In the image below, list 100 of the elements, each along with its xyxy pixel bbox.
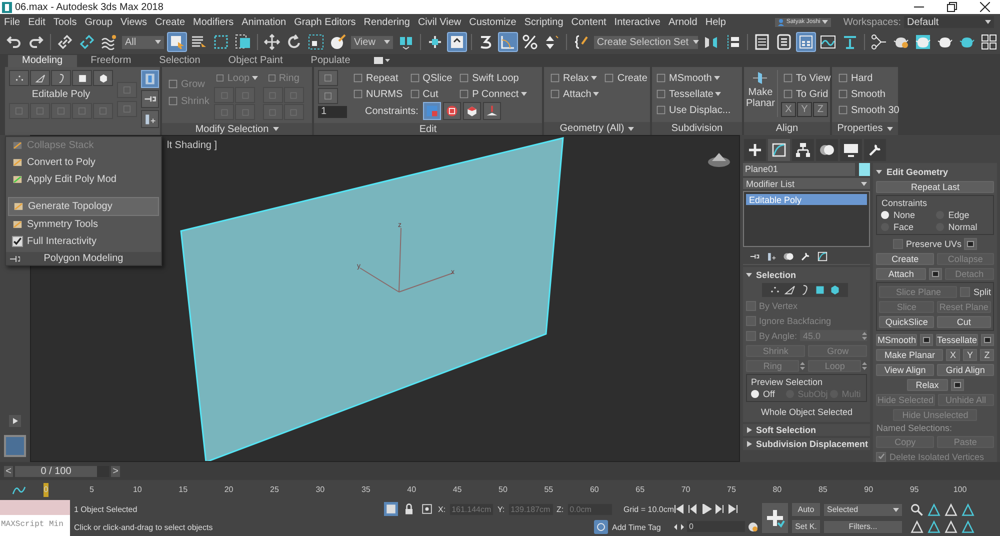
constraint-normal-icon[interactable]	[483, 102, 502, 120]
ribbon-button[interactable]: MSmooth	[654, 70, 732, 86]
number-spinner[interactable]: 1	[318, 106, 347, 118]
radio-button[interactable]: Normal	[936, 222, 989, 232]
pin-icon[interactable]	[141, 90, 159, 108]
command-button[interactable]: Tessellate	[936, 334, 978, 346]
time-configuration-icon[interactable]	[748, 522, 758, 532]
settings-button[interactable]	[981, 334, 994, 346]
next-frame-icon[interactable]	[715, 504, 725, 514]
make-planar-button[interactable]: Make Planar	[746, 70, 775, 109]
go-to-start-icon[interactable]	[674, 504, 684, 514]
collapse-arrow-icon[interactable]	[746, 272, 752, 278]
restore-icon[interactable]	[947, 2, 957, 12]
expand-arrow-icon[interactable]	[747, 441, 752, 447]
grid-icon[interactable]	[979, 32, 1000, 52]
angle-snap-icon[interactable]	[498, 32, 518, 52]
menu-item[interactable]: Interactive	[610, 16, 664, 28]
track-bar[interactable]: 0 5 10 15 20 25 30 35 40 45 50 55 60 65 70 75 80 85 90 95 100	[36, 480, 970, 500]
command-button[interactable]: MSmooth	[876, 334, 917, 346]
subobject-button[interactable]	[30, 70, 50, 86]
navigation-icon[interactable]	[944, 520, 958, 534]
navigation-icon[interactable]	[927, 502, 941, 516]
ribbon-button[interactable]: Attach	[548, 86, 600, 102]
menu-item[interactable]: Help	[701, 16, 730, 28]
axis-button[interactable]: Y	[963, 348, 977, 360]
menu-item[interactable]: Edit	[24, 16, 50, 28]
axis-button[interactable]: X	[780, 102, 796, 117]
ribbon-button[interactable]: Relax	[548, 70, 600, 86]
command-button[interactable]: View Align	[876, 364, 934, 376]
time-tag-icon[interactable]	[594, 520, 608, 534]
ribbon-button[interactable]: Tessellate	[654, 86, 732, 102]
move-icon[interactable]	[262, 32, 282, 52]
plus-icon[interactable]	[744, 139, 766, 161]
stack-tools-icon[interactable]	[141, 110, 159, 128]
command-button[interactable]: Cut	[936, 316, 992, 328]
scale-icon[interactable]	[306, 32, 326, 52]
spinner-arrows-icon[interactable]	[862, 362, 868, 370]
subobject-button[interactable]	[93, 70, 113, 86]
ribbon-tab[interactable]: Populate	[296, 55, 364, 67]
menu-item[interactable]: Graph Editors	[290, 16, 360, 28]
set-key-button[interactable]	[762, 503, 788, 533]
navigation-icon[interactable]	[927, 520, 941, 534]
play-icon[interactable]	[700, 504, 712, 514]
command-button[interactable]: Create	[876, 252, 934, 264]
object-name-field[interactable]: Plane01	[743, 163, 856, 176]
ribbon-button[interactable]: To View	[780, 70, 832, 86]
radio-button[interactable]: Edge	[936, 210, 989, 220]
command-button[interactable]: Grid Align	[936, 364, 994, 376]
ribbon-button[interactable]: NURMS	[351, 86, 404, 102]
rollout-title[interactable]: Selection	[756, 270, 796, 280]
menu-item[interactable]: Group	[80, 16, 117, 28]
constraint-none-icon[interactable]	[423, 102, 442, 120]
set-key-mode-button[interactable]: Set K.	[792, 520, 820, 533]
settings-button[interactable]	[964, 238, 978, 250]
ribbon-button[interactable]: Smooth 30	[836, 102, 900, 118]
cube-icon[interactable]	[829, 284, 841, 296]
dropdown[interactable]: Create Selection Set	[594, 36, 698, 48]
spinner-arrows-icon[interactable]	[800, 362, 806, 370]
menu-item[interactable]: Modifiers	[189, 16, 238, 28]
rollout-title[interactable]: Edit Geometry	[886, 167, 948, 177]
menu-item[interactable]: Civil View	[414, 16, 466, 28]
ribbon-button[interactable]: Create	[602, 70, 648, 86]
curve-box-icon[interactable]	[817, 251, 828, 262]
menu-item[interactable]: File	[0, 16, 24, 28]
constraint-edge-icon[interactable]	[443, 102, 462, 120]
tool-button[interactable]	[318, 88, 338, 104]
tool-button[interactable]	[318, 70, 338, 86]
select-object-icon[interactable]	[166, 32, 187, 52]
radio-button[interactable]: None	[881, 210, 934, 220]
subobject-button[interactable]	[9, 70, 29, 86]
ribbon-button[interactable]: QSlice	[408, 70, 454, 86]
key-mode-icon[interactable]	[674, 522, 684, 531]
go-to-end-icon[interactable]	[728, 504, 738, 514]
menu-item[interactable]: Customize	[465, 16, 520, 28]
menu-item[interactable]: Animation	[238, 16, 290, 28]
script-input-field[interactable]: MAXScript Min	[0, 515, 70, 536]
settings-button[interactable]	[920, 334, 933, 346]
ribbon-tab[interactable]: Modeling	[8, 55, 77, 67]
previous-frame-icon[interactable]	[687, 504, 697, 514]
wrench-icon[interactable]	[800, 251, 811, 262]
subobject-button[interactable]	[51, 70, 71, 86]
play-icon[interactable]	[9, 415, 21, 427]
color-swatch[interactable]	[859, 163, 870, 176]
navigation-icon[interactable]	[961, 502, 975, 516]
circles-icon[interactable]	[783, 251, 794, 262]
command-button[interactable]: Repeat Last	[876, 180, 994, 192]
ribbon-tab[interactable]: Freeform	[76, 55, 146, 67]
menu-item[interactable]: Content	[567, 16, 610, 28]
command-button[interactable]: Attach	[876, 268, 926, 280]
zoom-icon[interactable]	[910, 502, 924, 516]
add-time-tag-label[interactable]: Add Time Tag	[612, 522, 661, 532]
navigation-icon[interactable]	[961, 520, 975, 534]
close-icon[interactable]	[980, 2, 990, 12]
workspace-dropdown[interactable]: Default	[904, 16, 994, 28]
ribbon-button[interactable]: Smooth	[836, 86, 900, 102]
ribbon-button[interactable]: Repeat	[351, 70, 404, 86]
command-button[interactable]: Relax	[906, 378, 948, 390]
axis-button[interactable]: Z	[980, 348, 994, 360]
key-filter-dropdown[interactable]: Selected	[824, 504, 902, 516]
settings-button[interactable]	[928, 268, 942, 280]
